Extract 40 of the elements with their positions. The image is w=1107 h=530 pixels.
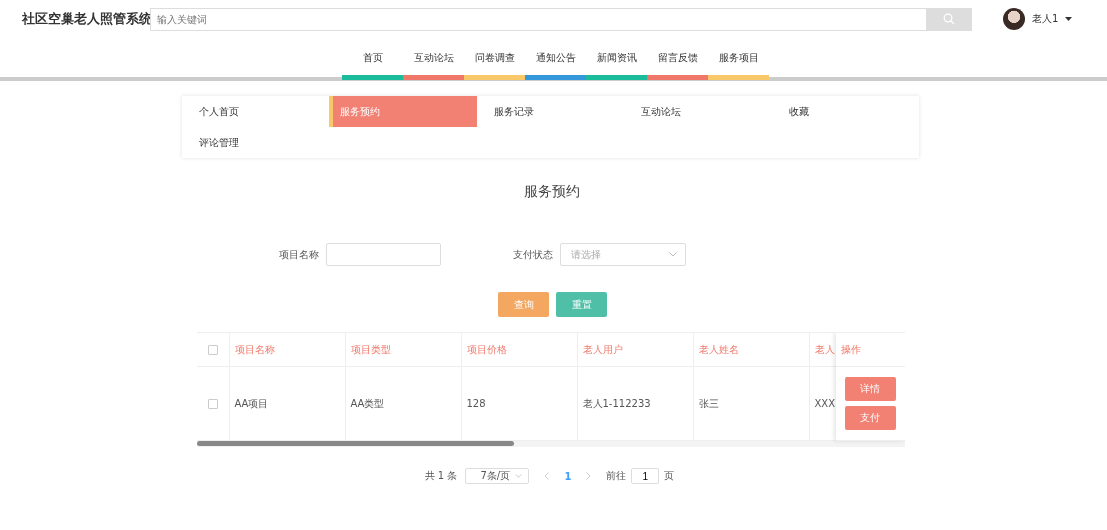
page-size-select[interactable]: 7条/页 (465, 468, 530, 484)
menu-item[interactable]: 个人首页 (182, 96, 330, 127)
page-input[interactable]: 1 (631, 468, 660, 484)
nav-link[interactable]: 首页 (342, 41, 403, 80)
nav-link[interactable]: 互动论坛 (403, 41, 464, 80)
page-title: 服务预约 (523, 183, 580, 201)
field-label: 项目名称 (279, 247, 319, 262)
menu-item[interactable]: 互动论坛 (624, 96, 772, 127)
checkbox[interactable] (207, 398, 218, 409)
menu-item[interactable]: 评论管理 (182, 127, 330, 158)
nav-link[interactable]: 服务项目 (708, 41, 769, 80)
nav-link[interactable]: 留言反馈 (647, 41, 708, 80)
previous-page-icon[interactable] (544, 472, 550, 480)
nav-link[interactable]: 问卷调查 (464, 41, 525, 80)
scrollbar-thumb[interactable] (196, 441, 514, 446)
column-header: 老人姓名 (693, 333, 810, 367)
chevron-down-icon (515, 474, 523, 478)
column-header: 操作 (835, 333, 905, 367)
goto-label: 前往 (606, 469, 627, 483)
column-header: 项目类型 (345, 333, 462, 367)
page-suffix: 页 (664, 469, 675, 483)
next-page-icon[interactable] (586, 472, 592, 480)
nav-link[interactable]: 新闻资讯 (586, 41, 647, 80)
search-button[interactable] (926, 7, 972, 31)
caret-icon[interactable] (1065, 17, 1073, 21)
user-menu[interactable]: 老人1 (1032, 12, 1059, 26)
column-header: 项目价格 (461, 333, 578, 367)
menu-item[interactable]: 服务记录 (476, 96, 625, 127)
total-count: 共 1 条 (424, 469, 458, 483)
field-label: 支付状态 (513, 247, 553, 262)
input-field[interactable] (326, 243, 441, 266)
search-icon (943, 13, 955, 25)
avatar[interactable] (1003, 8, 1025, 30)
chevron-down-icon (669, 252, 677, 257)
column-header: 项目名称 (229, 333, 346, 367)
column-header: 老人用户 (577, 333, 694, 367)
menu-item[interactable]: 收藏 (771, 96, 919, 127)
nav-link[interactable]: 通知公告 (525, 41, 586, 80)
checkbox[interactable] (207, 344, 218, 355)
search-field[interactable]: 输入关键词 (150, 7, 926, 31)
